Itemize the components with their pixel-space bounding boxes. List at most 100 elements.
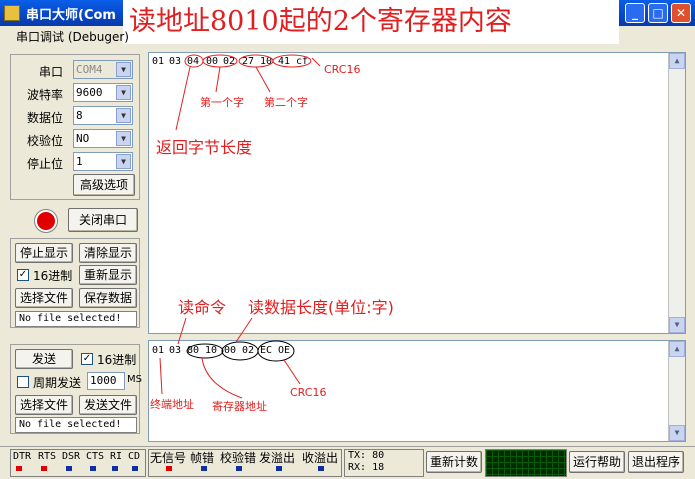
flag-no-signal: 无信号 <box>150 451 187 465</box>
send-hex-checkbox[interactable]: ✓ <box>81 353 93 365</box>
signal-dsr: DSR <box>62 451 81 462</box>
signal-cd: CD <box>128 451 141 462</box>
led-frame-error <box>201 466 207 471</box>
baud-select[interactable]: 9600 ▼ <box>73 83 133 102</box>
chevron-down-icon: ▼ <box>116 108 131 123</box>
recount-button[interactable]: 重新计数 <box>426 451 482 473</box>
chevron-down-icon: ▼ <box>116 154 131 169</box>
send-file-status: No file selected! <box>15 417 137 433</box>
redisplay-button[interactable]: 重新显示 <box>79 265 137 285</box>
receive-choose-file-button[interactable]: 选择文件 <box>15 288 73 308</box>
tx-counter: TX: 80 <box>348 450 385 461</box>
receive-file-status: No file selected! <box>15 311 137 327</box>
annotation-read-length: 读数据长度(单位:字) <box>248 298 394 317</box>
tx-byte: 00 <box>224 345 237 356</box>
send-scrollbar[interactable]: ▲ ▼ <box>668 341 685 441</box>
led-parity-error <box>236 466 242 471</box>
rx-byte: 01 <box>152 56 165 67</box>
app-icon <box>4 5 20 21</box>
send-button[interactable]: 发送 <box>15 349 73 369</box>
receive-hex-checkbox[interactable]: ✓ <box>17 269 29 281</box>
chevron-down-icon: ▼ <box>116 85 131 100</box>
chevron-down-icon: ▼ <box>116 62 131 77</box>
baud-label: 波特率 <box>27 88 64 102</box>
serial-settings-panel: 串口 COM4 ▼ 波特率 9600 ▼ 数据位 8 ▼ 校验位 NO ▼ 停止位 1 ▼… <box>10 54 140 200</box>
period-input[interactable]: 1000 <box>87 372 125 390</box>
annotation-crc-rx: CRC16 <box>324 63 361 76</box>
receive-scrollbar[interactable]: ▲ ▼ <box>668 53 685 333</box>
send-hex-label: 16进制 <box>97 353 137 367</box>
minimize-button[interactable]: _ <box>625 3 645 23</box>
annotation-read-command: 读命令 <box>178 298 227 317</box>
close-button[interactable]: ✕ <box>671 3 691 23</box>
activity-graph <box>485 449 567 477</box>
flag-parity-error: 校验错 <box>220 451 257 465</box>
scroll-down-icon[interactable]: ▼ <box>669 317 685 333</box>
overlay-title: 读地址8010起的2个寄存器内容 <box>123 0 619 44</box>
rx-byte: 04 <box>187 56 200 67</box>
annotation-second-word: 第二个字 <box>264 96 308 109</box>
flag-frame-error: 帧错 <box>190 451 215 465</box>
save-data-button[interactable]: 保存数据 <box>79 288 137 308</box>
close-port-button[interactable]: 关闭串口 <box>68 208 138 232</box>
receive-hex-label: 16进制 <box>33 269 73 283</box>
maximize-button[interactable]: □ <box>648 3 668 23</box>
databits-select[interactable]: 8 ▼ <box>73 106 133 125</box>
parity-label: 校验位 <box>27 134 64 148</box>
parity-select[interactable]: NO ▼ <box>73 129 133 148</box>
led-ri <box>112 466 118 471</box>
rx-byte: 00 <box>206 56 219 67</box>
tx-byte: 10 <box>205 345 218 356</box>
send-choose-file-button[interactable]: 选择文件 <box>15 395 73 415</box>
tx-byte: OE <box>278 345 291 356</box>
tx-byte: EC <box>260 345 273 356</box>
rx-counter: RX: 18 <box>348 462 385 473</box>
rx-byte: cf <box>296 56 309 67</box>
databits-label: 数据位 <box>27 111 64 125</box>
rx-byte: 10 <box>260 56 273 67</box>
annotation-first-word: 第一个字 <box>200 96 244 109</box>
signal-cts: CTS <box>86 451 105 462</box>
rx-byte: 02 <box>223 56 236 67</box>
stop-display-button[interactable]: 停止显示 <box>15 243 73 263</box>
flag-tx-overflow: 发溢出 <box>259 451 296 465</box>
led-rts <box>41 466 47 471</box>
flag-rx-overflow: 收溢出 <box>302 451 339 465</box>
annotation-return-length: 返回字节长度 <box>156 138 253 157</box>
rx-byte: 03 <box>169 56 182 67</box>
send-controls-panel: 发送 ✓ 16进制 周期发送 1000 MS 选择文件 发送文件 No file… <box>10 344 142 434</box>
menu-debug[interactable]: 串口调试 (Debuger) <box>16 28 129 45</box>
exit-button[interactable]: 退出程序 <box>628 451 684 473</box>
receive-controls-panel: 停止显示 清除显示 ✓ 16进制 重新显示 选择文件 保存数据 No file … <box>10 238 140 328</box>
scroll-down-icon[interactable]: ▼ <box>669 425 685 441</box>
led-tx-overflow <box>276 466 282 471</box>
led-cts <box>90 466 96 471</box>
signal-dtr: DTR <box>13 451 32 462</box>
menu-bar: 串口调试 (Debuger) <box>0 26 129 46</box>
stopbits-select[interactable]: 1 ▼ <box>73 152 133 171</box>
led-dtr <box>16 466 22 471</box>
tx-byte: 80 <box>187 345 200 356</box>
annotation-crc-tx: CRC16 <box>290 386 327 399</box>
advanced-options-button[interactable]: 高级选项 <box>73 174 135 196</box>
window-title: 串口大师(Com <box>26 8 116 23</box>
led-dsr <box>66 466 72 471</box>
annotation-register-address: 寄存器地址 <box>212 400 267 413</box>
led-no-signal <box>166 466 172 471</box>
period-unit-label: MS <box>127 374 142 385</box>
port-status-icon <box>35 210 57 232</box>
led-cd <box>132 466 138 471</box>
annotation-terminal-address: 终端地址 <box>150 398 194 411</box>
send-file-button[interactable]: 发送文件 <box>79 395 137 415</box>
port-select[interactable]: COM4 ▼ <box>73 60 133 79</box>
clear-display-button[interactable]: 清除显示 <box>79 243 137 263</box>
tx-byte: 02 <box>242 345 255 356</box>
tx-byte: 03 <box>169 345 182 356</box>
periodic-send-checkbox[interactable] <box>17 376 29 388</box>
help-button[interactable]: 运行帮助 <box>569 451 625 473</box>
scroll-up-icon[interactable]: ▲ <box>669 53 685 69</box>
status-bar: DTR RTS DSR CTS RI CD 无信号 帧错 校验错 发溢出 收溢出… <box>0 446 695 479</box>
periodic-send-label: 周期发送 <box>33 376 82 390</box>
rx-byte: 41 <box>278 56 291 67</box>
scroll-up-icon[interactable]: ▲ <box>669 341 685 357</box>
